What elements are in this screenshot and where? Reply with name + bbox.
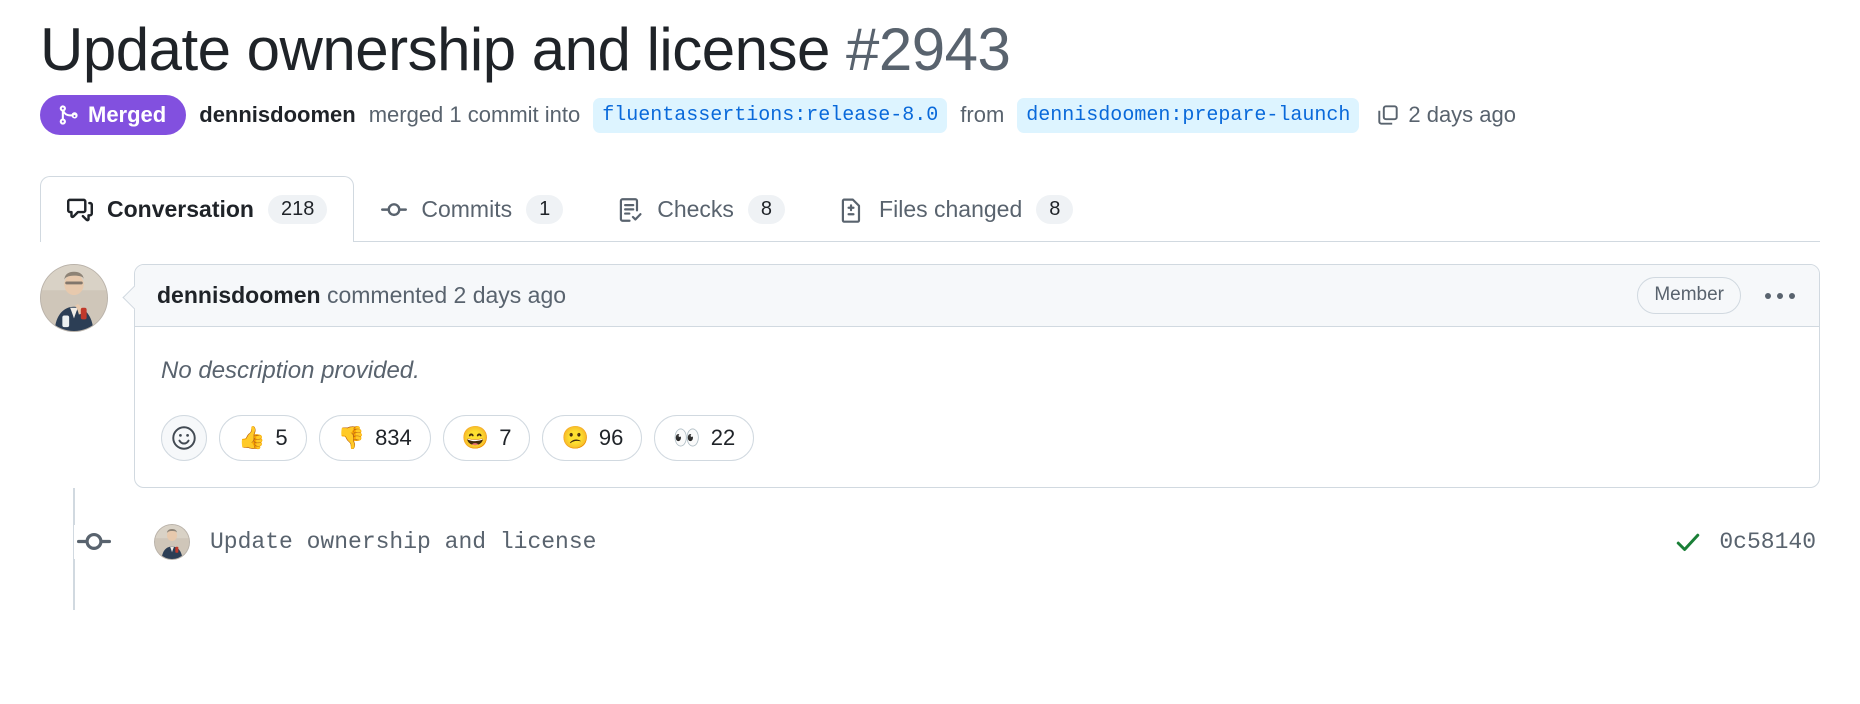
- pull-request-page: Update ownership and license #2943 Merge…: [0, 0, 1860, 704]
- comment-body: No description provided. 👍 5 👎 834 😄 7 😕…: [135, 327, 1819, 487]
- author-association-badge: Member: [1637, 277, 1741, 314]
- tab-files-changed-label: Files changed: [879, 196, 1023, 222]
- reaction-thumbs-down[interactable]: 👎 834: [318, 415, 431, 461]
- git-merge-icon: [59, 105, 78, 125]
- smiley-icon[interactable]: [161, 415, 207, 461]
- commit-event-row: Update ownership and license 0c58140: [40, 488, 1820, 610]
- comment-text: No description provided.: [161, 357, 420, 384]
- reactions-bar: 👍 5 👎 834 😄 7 😕 96 👀 22: [161, 415, 1793, 461]
- reaction-eyes[interactable]: 👀 22: [654, 415, 755, 461]
- tab-conversation[interactable]: Conversation 218: [40, 176, 355, 242]
- reaction-thumbs-up[interactable]: 👍 5: [219, 415, 307, 461]
- pr-number: #2943: [846, 15, 1011, 83]
- comment-header-actions: Member: [1637, 277, 1797, 314]
- merge-description: merged 1 commit into: [368, 102, 581, 127]
- reaction-eyes-count: 22: [710, 425, 736, 450]
- tab-commits-count: 1: [526, 195, 564, 224]
- tab-conversation-count: 218: [267, 195, 328, 224]
- reaction-confused-count: 96: [598, 425, 624, 450]
- git-commit-icon: [381, 197, 408, 223]
- pr-tabs-container: Conversation 218 Commits 1 Checks 8 File…: [40, 166, 1820, 242]
- reaction-thumbs-up-count: 5: [275, 425, 288, 450]
- status-badge-label: Merged: [88, 102, 167, 127]
- merge-timestamp-group: 2 days ago: [1376, 102, 1516, 128]
- avatar[interactable]: [40, 264, 108, 332]
- head-branch-label[interactable]: dennisdoomen:prepare-launch: [1017, 97, 1360, 133]
- tab-checks[interactable]: Checks 8: [590, 176, 812, 242]
- tab-conversation-label: Conversation: [107, 196, 254, 222]
- comment-action-text: commented 2 days ago: [326, 282, 567, 308]
- laugh-icon: 😄: [461, 425, 490, 450]
- tab-files-changed[interactable]: Files changed 8: [812, 176, 1100, 242]
- base-branch-label[interactable]: fluentassertions:release-8.0: [593, 97, 948, 133]
- commit-sha[interactable]: 0c58140: [1719, 529, 1816, 555]
- tab-checks-label: Checks: [657, 196, 734, 222]
- reaction-laugh-count: 7: [499, 425, 512, 450]
- file-diff-icon: [839, 197, 865, 223]
- comment-discussion-icon: [67, 197, 93, 223]
- kebab-horizontal-icon[interactable]: [1763, 287, 1797, 305]
- tab-commits-label: Commits: [421, 196, 513, 222]
- tab-checks-count: 8: [747, 195, 786, 224]
- checklist-icon: [617, 197, 643, 223]
- conversation-timeline: dennisdoomen commented 2 days ago Member…: [40, 264, 1820, 610]
- copy-icon: [1378, 105, 1399, 125]
- title-row: Update ownership and license #2943: [40, 0, 1820, 86]
- confused-icon: 😕: [561, 425, 589, 450]
- merge-actor[interactable]: dennisdoomen: [199, 102, 355, 128]
- reaction-thumbs-down-count: 834: [375, 425, 412, 450]
- commit-message[interactable]: Update ownership and license: [210, 529, 596, 555]
- merge-timestamp: 2 days ago: [1408, 102, 1516, 127]
- pr-tabs: Conversation 218 Commits 1 Checks 8 File…: [40, 166, 1820, 242]
- pr-title-text: Update ownership and license: [40, 15, 830, 83]
- reaction-confused[interactable]: 😕 96: [542, 415, 643, 461]
- git-commit-icon: [74, 525, 114, 559]
- commit-author-avatar[interactable]: [154, 524, 190, 560]
- thumbs-down-icon: 👎: [337, 425, 366, 450]
- status-badge: Merged: [40, 95, 187, 135]
- comment-header: dennisdoomen commented 2 days ago Member: [135, 265, 1819, 327]
- check-icon: [1677, 533, 1700, 551]
- comment-author[interactable]: dennisdoomen: [157, 282, 321, 308]
- merge-status-row: Merged dennisdoomen merged 1 commit into…: [40, 86, 1820, 144]
- commit-status-group: 0c58140: [1673, 527, 1820, 557]
- tab-commits[interactable]: Commits 1: [354, 176, 590, 242]
- reaction-laugh[interactable]: 😄 7: [442, 415, 531, 461]
- thumbs-up-icon: 👍: [238, 425, 266, 450]
- from-label: from: [960, 102, 1005, 127]
- comment-item: dennisdoomen commented 2 days ago Member…: [40, 264, 1820, 488]
- eyes-icon: 👀: [673, 425, 701, 450]
- comment-header-text: dennisdoomen commented 2 days ago: [157, 282, 566, 309]
- page-title: Update ownership and license #2943: [40, 15, 1011, 84]
- tab-files-changed-count: 8: [1036, 195, 1074, 224]
- comment-box: dennisdoomen commented 2 days ago Member…: [134, 264, 1820, 488]
